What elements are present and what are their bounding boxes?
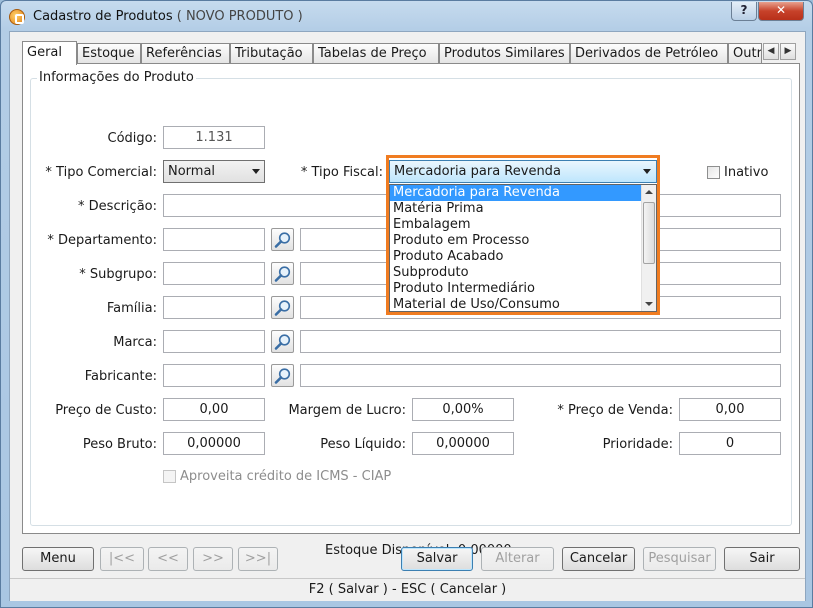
tab-produtos-similares[interactable]: Produtos Similares bbox=[439, 43, 570, 64]
subgrupo-label: * Subgrupo: bbox=[79, 267, 157, 282]
peso-liquido-field[interactable]: 0,00000 bbox=[412, 432, 514, 455]
group-title: Informações do Produto bbox=[37, 70, 196, 85]
peso-bruto-field[interactable]: 0,00000 bbox=[163, 432, 265, 455]
prioridade-label: Prioridade: bbox=[602, 437, 673, 452]
tipo-fiscal-value: Mercadoria para Revenda bbox=[394, 164, 561, 179]
tipo-comercial-select[interactable]: Normal bbox=[163, 160, 265, 183]
first-record-button[interactable]: |<< bbox=[100, 547, 144, 571]
dropdown-scrollbar[interactable] bbox=[641, 185, 656, 311]
scroll-up-icon[interactable] bbox=[645, 190, 653, 194]
preco-venda-field[interactable]: 0,00 bbox=[679, 398, 781, 421]
inativo-checkbox[interactable] bbox=[707, 166, 720, 179]
preco-venda-label: * Preço de Venda: bbox=[557, 403, 673, 418]
next-record-button[interactable]: >> bbox=[193, 547, 233, 571]
tipo-fiscal-option[interactable]: Material de Uso/Consumo bbox=[390, 297, 656, 313]
help-button[interactable]: ? bbox=[731, 2, 757, 21]
preco-custo-field[interactable]: 0,00 bbox=[163, 398, 265, 421]
chevron-down-icon bbox=[643, 169, 651, 174]
last-record-button[interactable]: >>| bbox=[238, 547, 278, 571]
tab-geral[interactable]: Geral bbox=[22, 41, 77, 65]
magnifier-icon bbox=[274, 368, 291, 384]
peso-liquido-label: Peso Líquido: bbox=[320, 437, 406, 452]
tipo-fiscal-option[interactable]: Produto Acabado bbox=[390, 249, 656, 265]
tab-derivados-de-petroleo[interactable]: Derivados de Petróleo bbox=[570, 43, 728, 64]
subgrupo-search-button[interactable] bbox=[271, 262, 294, 285]
tab-tabelas-de-preco[interactable]: Tabelas de Preço bbox=[313, 43, 439, 64]
tab-outros[interactable]: Outr bbox=[728, 43, 762, 64]
cancelar-button[interactable]: Cancelar bbox=[562, 547, 635, 571]
scroll-down-icon[interactable] bbox=[645, 302, 653, 306]
tipo-fiscal-option[interactable]: Subproduto bbox=[390, 265, 656, 281]
peso-bruto-label: Peso Bruto: bbox=[82, 437, 157, 452]
tipo-fiscal-option[interactable]: Produto em Processo bbox=[390, 233, 656, 249]
fabricante-label: Fabricante: bbox=[84, 369, 157, 384]
fabricante-name-field[interactable] bbox=[300, 364, 781, 387]
tipo-fiscal-label: * Tipo Fiscal: bbox=[300, 165, 383, 180]
tab-referencias[interactable]: Referências bbox=[141, 43, 230, 64]
familia-code-field[interactable] bbox=[163, 296, 265, 319]
chevron-down-icon bbox=[252, 169, 260, 174]
tab-scroll-left-icon[interactable]: ◀ bbox=[763, 43, 779, 60]
tab-panel-geral: Informações do Produto Código: 1.131 * T… bbox=[22, 63, 800, 558]
marca-label: Marca: bbox=[113, 335, 157, 350]
client-area: Geral Estoque Referências Tributação Tab… bbox=[9, 31, 806, 601]
salvar-button[interactable]: Salvar bbox=[401, 547, 473, 571]
marca-search-button[interactable] bbox=[271, 330, 294, 353]
close-window-button[interactable]: ✕ bbox=[758, 2, 804, 21]
familia-label: Família: bbox=[106, 301, 157, 316]
tipo-comercial-value: Normal bbox=[168, 164, 216, 179]
tab-scroll-right-icon[interactable]: ▶ bbox=[780, 43, 796, 60]
previous-record-button[interactable]: << bbox=[148, 547, 188, 571]
departamento-code-field[interactable] bbox=[163, 228, 265, 251]
tipo-fiscal-option[interactable]: Matéria Prima bbox=[390, 201, 656, 217]
tab-tributacao[interactable]: Tributação bbox=[230, 43, 313, 64]
scrollbar-thumb[interactable] bbox=[643, 202, 655, 264]
title-bar[interactable]: Cadastro de Produtos ( NOVO PRODUTO ) ? … bbox=[1, 1, 812, 31]
sair-button[interactable]: Sair bbox=[724, 547, 800, 571]
alterar-button[interactable]: Alterar bbox=[481, 547, 554, 571]
tipo-fiscal-option[interactable]: Mercadoria para Revenda bbox=[390, 185, 656, 201]
fabricante-code-field[interactable] bbox=[163, 364, 265, 387]
tipo-fiscal-option[interactable]: Produto Intermediário bbox=[390, 281, 656, 297]
tipo-fiscal-dropdown-list: Mercadoria para Revenda Matéria Prima Em… bbox=[389, 184, 657, 312]
tab-estoque[interactable]: Estoque bbox=[77, 43, 141, 64]
departamento-label: * Departamento: bbox=[47, 233, 157, 248]
status-bar: F2 ( Salvar ) - ESC ( Cancelar ) bbox=[10, 578, 805, 601]
descricao-label: * Descrição: bbox=[78, 199, 157, 214]
window-title: Cadastro de Produtos ( NOVO PRODUTO ) bbox=[33, 9, 303, 24]
pesquisar-button[interactable]: Pesquisar bbox=[643, 547, 716, 571]
magnifier-icon bbox=[274, 300, 291, 316]
margem-lucro-field[interactable]: 0,00% bbox=[412, 398, 514, 421]
tipo-comercial-label: * Tipo Comercial: bbox=[45, 165, 157, 180]
marca-code-field[interactable] bbox=[163, 330, 265, 353]
app-logo-icon bbox=[9, 9, 25, 25]
departamento-search-button[interactable] bbox=[271, 228, 294, 251]
main-window: Cadastro de Produtos ( NOVO PRODUTO ) ? … bbox=[0, 0, 813, 608]
tipo-fiscal-option[interactable]: Embalagem bbox=[390, 217, 656, 233]
magnifier-icon bbox=[274, 334, 291, 350]
menu-button[interactable]: Menu bbox=[22, 547, 94, 571]
subgrupo-code-field[interactable] bbox=[163, 262, 265, 285]
prioridade-field[interactable]: 0 bbox=[679, 432, 781, 455]
tipo-fiscal-select[interactable]: Mercadoria para Revenda bbox=[389, 160, 657, 183]
familia-search-button[interactable] bbox=[271, 296, 294, 319]
fabricante-search-button[interactable] bbox=[271, 364, 294, 387]
preco-custo-label: Preço de Custo: bbox=[55, 403, 157, 418]
ciap-label: Aproveita crédito de ICMS - CIAP bbox=[180, 469, 392, 484]
tab-bar: Geral Estoque Referências Tributação Tab… bbox=[22, 41, 800, 65]
marca-name-field[interactable] bbox=[300, 330, 781, 353]
margem-lucro-label: Margem de Lucro: bbox=[288, 403, 406, 418]
codigo-field[interactable]: 1.131 bbox=[163, 126, 265, 149]
codigo-label: Código: bbox=[107, 131, 157, 146]
magnifier-icon bbox=[274, 232, 291, 248]
magnifier-icon bbox=[274, 266, 291, 282]
ciap-checkbox[interactable] bbox=[163, 470, 176, 483]
inativo-label: Inativo bbox=[724, 165, 769, 180]
